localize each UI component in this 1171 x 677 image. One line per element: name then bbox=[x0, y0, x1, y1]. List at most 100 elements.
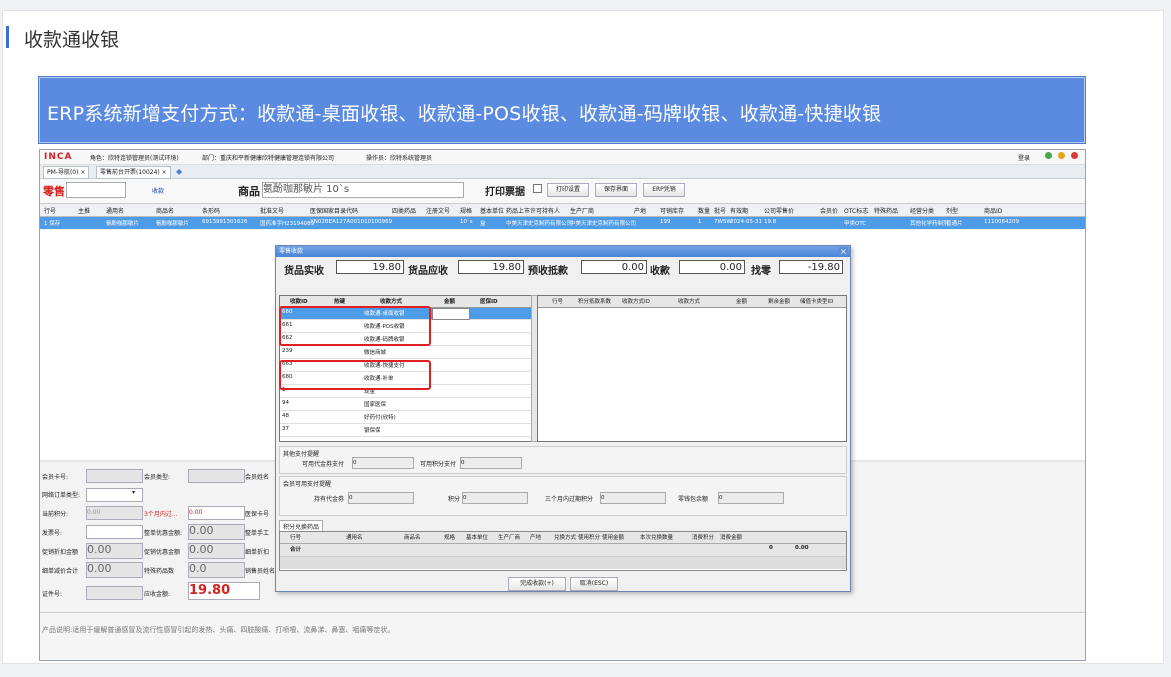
tab-add-icon[interactable]: ◆ bbox=[176, 167, 182, 176]
erp-screenshot: INCA 角色：欣特连锁管理员(测试环境) 部门：重庆和平新健康欣特健康管理连锁… bbox=[39, 149, 1086, 661]
grid-col-header[interactable]: 可销库存 bbox=[660, 206, 684, 215]
payment-id: 94 bbox=[282, 400, 289, 406]
exchange-col-header: 兑换方式 bbox=[554, 535, 577, 541]
erp-cancel-button[interactable]: ERP凭销 bbox=[643, 183, 685, 197]
grid-cell: 19.8 bbox=[764, 219, 777, 225]
complete-payment-button[interactable]: 完成收款(+) bbox=[508, 577, 566, 591]
print-settings-button[interactable]: 打印设置 bbox=[547, 183, 589, 197]
collect-value[interactable]: 0.00 bbox=[679, 260, 745, 274]
exchange-col-header: 产地 bbox=[530, 535, 542, 541]
grid-col-header[interactable]: 四类药品 bbox=[392, 206, 416, 215]
member-coupon-label: 持有代金券 bbox=[314, 496, 345, 503]
product-description: 产品说明:适用于缓解普通感冒及流行性感冒引起的发热、头痛、四肢酸痛、打喷嚏、流鼻… bbox=[42, 626, 395, 634]
grid-col-header[interactable]: 批号 bbox=[714, 206, 726, 215]
grid-col-header[interactable]: 特殊药品 bbox=[874, 206, 898, 215]
exchange-total-row: 合计 0 0.00 bbox=[280, 544, 846, 557]
save-layout-button[interactable]: 保存界面 bbox=[595, 183, 637, 197]
product-label: 商品 bbox=[238, 185, 260, 198]
exchange-col-header: 生产厂商 bbox=[498, 535, 521, 541]
exchange-col-header: 基本单位 bbox=[466, 535, 489, 541]
banner: ERP系统新增支付方式：收款通-桌面收银、收款通-POS收银、收款通-码牌收银、… bbox=[38, 76, 1086, 144]
grid-col-header[interactable]: 商品名 bbox=[156, 206, 174, 215]
grid-col-header[interactable]: 条形码 bbox=[202, 206, 220, 215]
grid-col-header[interactable]: 医保国家目录代码 bbox=[310, 206, 358, 215]
grid-col-header[interactable]: 有效期 bbox=[730, 206, 748, 215]
print-checkbox[interactable] bbox=[533, 184, 542, 193]
grid-col-header[interactable]: OTC标志 bbox=[844, 206, 868, 215]
detail-discount-label: 细单折扣 bbox=[245, 549, 270, 556]
member-card-input[interactable] bbox=[86, 469, 143, 483]
change-value: -19.80 bbox=[779, 260, 843, 274]
due-value: 19.80 bbox=[458, 260, 524, 274]
grid-col-header[interactable]: 主推 bbox=[78, 206, 90, 215]
grid-col-header[interactable]: 商品ID bbox=[984, 206, 1002, 215]
exchange-scrollbar[interactable] bbox=[280, 557, 846, 569]
detail-col-header: 剩余金额 bbox=[768, 299, 791, 305]
product-input[interactable]: 氨酚咖那敏片 10`s bbox=[262, 182, 464, 198]
tab-nav[interactable]: PM-导航(0) × bbox=[43, 166, 90, 179]
grid-col-header[interactable]: 产地 bbox=[634, 206, 646, 215]
payment-detail-grid: 行号 积分抵款系数 收款方式ID 收款方式 金额 剩余金额 储值卡类型ID bbox=[537, 295, 847, 442]
close-icon[interactable]: × bbox=[839, 247, 848, 256]
payment-method-row[interactable]: 37 银保保 bbox=[280, 425, 532, 437]
dialog-title-bar: 零售收款 × bbox=[276, 246, 850, 257]
grid-col-header[interactable]: 通用名 bbox=[106, 206, 124, 215]
grid-col-header[interactable]: 基本单位 bbox=[480, 206, 504, 215]
tab-retail[interactable]: 零售前台开票(10024) × bbox=[96, 166, 171, 179]
grid-row-selected[interactable]: 1 保存 氨酚咖那敏片 氨酚咖那敏片 6913991301626 国药准字H231940… bbox=[40, 217, 1085, 229]
grid-col-header[interactable]: 注册文号 bbox=[426, 206, 450, 215]
exchange-total-points: 0 bbox=[769, 545, 773, 551]
member-type-input[interactable] bbox=[188, 469, 245, 483]
exchange-grid: 行号 通用名 商品名 规格 基本单位 生产厂商 产地 兑换方式 使用积分 使用金额 本次兑换数量 消费… bbox=[279, 531, 847, 571]
exchange-total-label: 合计 bbox=[290, 547, 302, 553]
detail-col-header: 收款方式 bbox=[678, 299, 701, 305]
exchange-grid-header: 行号 通用名 商品名 规格 基本单位 生产厂商 产地 兑换方式 使用积分 使用金额 本次兑换数量 消费… bbox=[280, 532, 846, 544]
mode-input[interactable] bbox=[66, 182, 126, 198]
login-link[interactable]: 登录 bbox=[1018, 153, 1030, 162]
points-input: 0.00 bbox=[86, 506, 143, 520]
grid-col-header[interactable]: 行号 bbox=[44, 206, 56, 215]
member-points-label: 积分 bbox=[448, 496, 461, 503]
erp-tabs: PM-导航(0) × 零售前台开票(10024) × ◆ bbox=[40, 165, 1085, 179]
grid-col-header[interactable]: 剂型 bbox=[946, 206, 958, 215]
payment-method-row[interactable]: 239 微信商城 bbox=[280, 347, 532, 359]
discount-total-label: 整单优惠金额: bbox=[144, 530, 183, 537]
detail-col-header: 储值卡类型ID bbox=[800, 299, 834, 305]
grid-col-header[interactable]: 数量 bbox=[698, 206, 710, 215]
grid-col-header[interactable]: 公司零售价 bbox=[764, 206, 794, 215]
payment-method-row[interactable]: 48 好药付(欣特) bbox=[280, 412, 532, 424]
dialog-title: 零售收款 bbox=[279, 248, 304, 255]
banner-text: ERP系统新增支付方式：收款通-桌面收银、收款通-POS收银、收款通-码牌收银、… bbox=[47, 103, 882, 125]
member-type-label: 会员类型: bbox=[144, 474, 171, 481]
grid-col-header[interactable]: 批准文号 bbox=[260, 206, 284, 215]
receivable-label: 应收金额: bbox=[144, 591, 171, 598]
payment-id: 48 bbox=[282, 413, 289, 419]
due-label: 货品应收 bbox=[408, 266, 448, 277]
id-no-input[interactable] bbox=[86, 586, 143, 600]
grid-col-header[interactable]: 经营分类 bbox=[910, 206, 934, 215]
role-text: 角色：欣特连锁管理员(测试环境) bbox=[90, 155, 179, 162]
grid-col-header[interactable]: 规格 bbox=[460, 206, 472, 215]
points-expire-input: 0.00 bbox=[188, 506, 245, 520]
grid-col-header[interactable]: 药品上市许可持有人 bbox=[506, 206, 560, 215]
medical-card-label: 医保卡号 bbox=[245, 511, 270, 518]
grid-cell: 氨酚咖那敏片 bbox=[106, 221, 140, 227]
window-min-icon[interactable] bbox=[1045, 152, 1052, 159]
invoice-input[interactable] bbox=[86, 525, 143, 539]
payment-method-row[interactable]: 94 国家医保 bbox=[280, 399, 532, 411]
highlight-box-1 bbox=[279, 306, 431, 346]
exchange-col-header: 使用金额 bbox=[602, 535, 625, 541]
grid-cell: 甲类OTC bbox=[844, 221, 867, 227]
window-max-icon[interactable] bbox=[1058, 152, 1065, 159]
grid-col-header[interactable]: 会员价 bbox=[820, 206, 838, 215]
amount-input[interactable] bbox=[432, 308, 470, 320]
payment-name: 银保保 bbox=[364, 428, 381, 434]
prepay-value: 0.00 bbox=[581, 260, 647, 274]
window-close-icon[interactable] bbox=[1071, 152, 1078, 159]
cancel-button[interactable]: 取消(ESC) bbox=[570, 577, 618, 591]
grid-col-header[interactable]: 生产厂商 bbox=[570, 206, 594, 215]
actual-value: 19.80 bbox=[336, 260, 404, 274]
change-label: 找零 bbox=[751, 266, 771, 277]
chevron-down-icon[interactable]: ▾ bbox=[132, 489, 135, 496]
grid-header: 行号 主推 通用名 商品名 条形码 批准文号 医保国家目录代码 四类药品 注册文号 规格 基本单位药… bbox=[40, 204, 1085, 217]
